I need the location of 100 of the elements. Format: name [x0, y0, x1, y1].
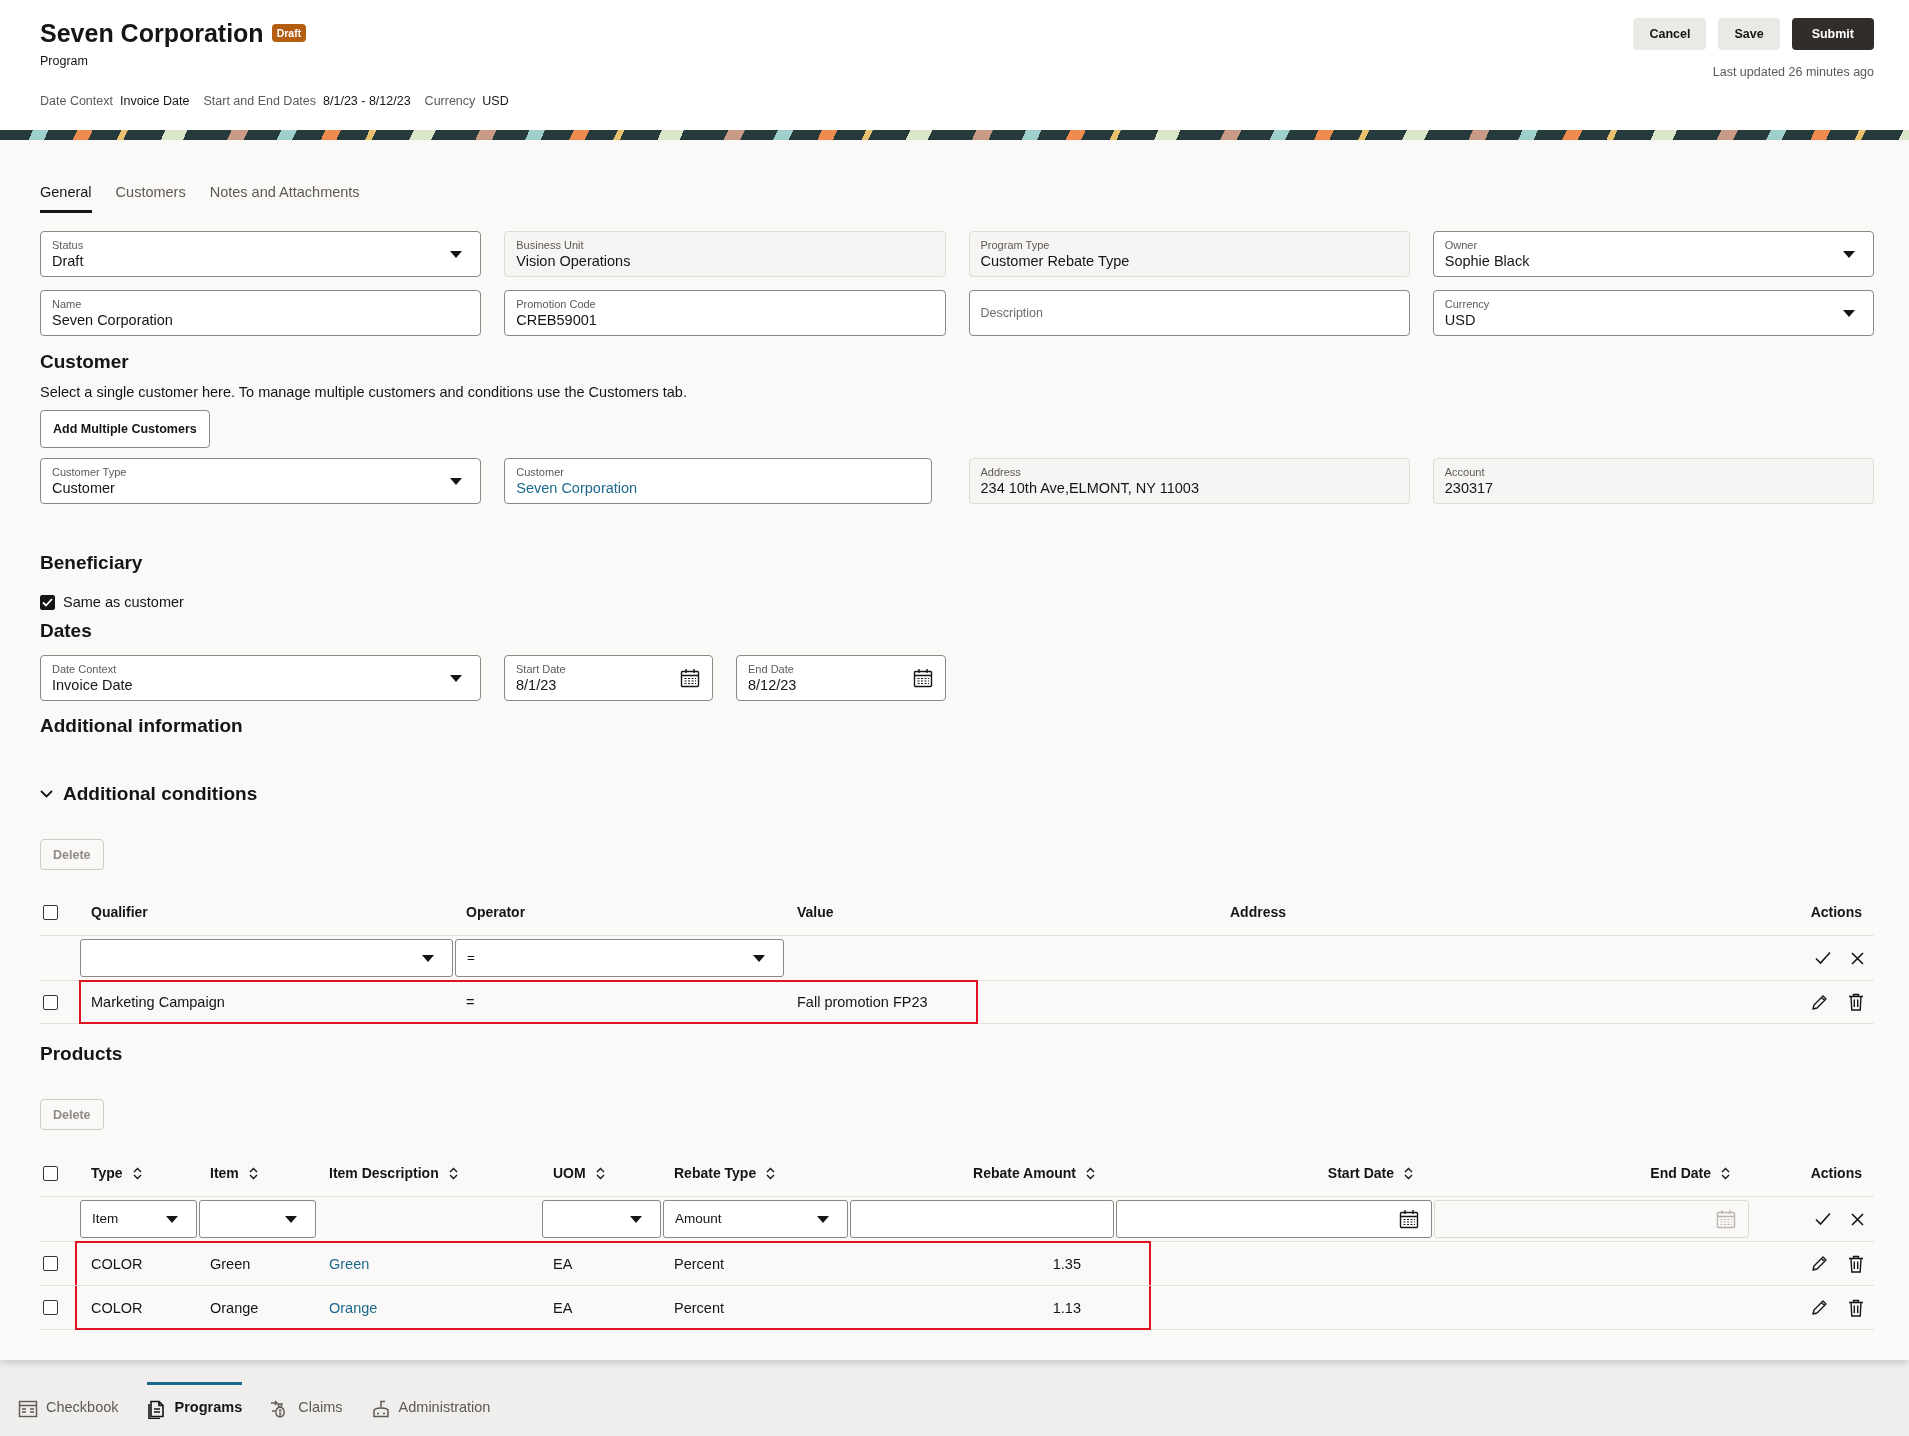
column-header[interactable]: Type [91, 1165, 123, 1181]
column-header[interactable]: Rebate Type [674, 1165, 757, 1181]
context-value: 8/1/23 - 8/12/23 [323, 94, 411, 108]
sort-icon[interactable] [595, 1166, 605, 1180]
pencil-icon[interactable] [1811, 993, 1828, 1011]
table-cell: EA [553, 1255, 573, 1272]
page-title: Seven Corporation [40, 18, 264, 48]
checkbox[interactable] [43, 904, 58, 920]
nav-icon [18, 1399, 38, 1419]
primary-button[interactable]: Submit [1791, 18, 1874, 50]
caret-icon [1843, 250, 1855, 258]
dropdown-field[interactable]: Customer Type Customer [40, 458, 482, 504]
dropdown-field[interactable] [542, 1200, 661, 1238]
column-header[interactable]: End Date [1650, 1165, 1711, 1181]
trash-icon[interactable] [1848, 993, 1864, 1011]
checkbox[interactable] [43, 994, 58, 1010]
dropdown-field[interactable]: Currency USD [1432, 290, 1874, 336]
table-cell: = [466, 994, 475, 1010]
caret-icon [422, 954, 434, 962]
sort-icon[interactable] [1404, 1166, 1413, 1180]
text-field[interactable] [850, 1200, 1114, 1238]
table-cell: Marketing Campaign [91, 994, 225, 1010]
item-link[interactable]: Green [329, 1255, 370, 1272]
add-customers-button[interactable]: Add Multiple Customers [40, 410, 210, 448]
trash-icon[interactable] [1848, 1298, 1864, 1317]
section-heading: Products [40, 1042, 124, 1066]
sort-icon[interactable] [766, 1166, 776, 1180]
nav-icon [370, 1399, 391, 1419]
dropdown-field[interactable]: Owner Sophie Black [1432, 231, 1874, 277]
dropdown-field[interactable]: Date Context Invoice Date [40, 655, 481, 701]
sort-icon[interactable] [132, 1166, 142, 1180]
caret-icon [1843, 309, 1855, 317]
secondary-button[interactable]: Save [1718, 18, 1780, 50]
dropdown-field[interactable]: = [455, 939, 784, 977]
table-cell: Percent [674, 1299, 724, 1316]
table-cell: Fall promotion FP23 [797, 994, 928, 1010]
calendar-icon [1716, 1209, 1736, 1229]
caret-icon [166, 1215, 178, 1223]
section-heading: Additional information [40, 714, 244, 738]
checkbox[interactable] [43, 1256, 58, 1271]
nav-item[interactable]: Claims [270, 1382, 343, 1422]
column-header[interactable]: Item [210, 1165, 239, 1181]
caret-icon [817, 1215, 829, 1223]
text-field[interactable]: Promotion Code CREB59001 [504, 290, 946, 336]
checkbox-label[interactable]: Same as customer [63, 594, 184, 610]
nav-icon [146, 1399, 167, 1419]
item-link[interactable]: Orange [329, 1299, 378, 1316]
calendar-icon [1399, 1209, 1419, 1229]
section-heading: Additional conditions [63, 782, 258, 806]
pencil-icon[interactable] [1811, 1255, 1828, 1272]
column-header: Operator [466, 904, 526, 920]
hint-text: Select a single customer here. To manage multiple customers and conditions use the Customers tab. [40, 383, 688, 402]
column-header[interactable]: Start Date [1327, 1165, 1394, 1181]
text-field[interactable]: Name Seven Corporation [40, 290, 482, 336]
nav-item[interactable]: Checkbook [18, 1382, 119, 1422]
checkbox[interactable] [43, 1300, 58, 1315]
checkbox[interactable] [43, 1165, 58, 1181]
pencil-icon[interactable] [1811, 1299, 1828, 1316]
tab[interactable]: Customers [115, 178, 186, 213]
nav-item[interactable]: Administration [370, 1382, 491, 1422]
column-header[interactable]: UOM [553, 1165, 586, 1181]
close-icon[interactable] [1851, 951, 1864, 965]
context-label: Currency [424, 94, 476, 108]
column-header[interactable]: Rebate Amount [973, 1165, 1076, 1181]
sort-icon[interactable] [448, 1166, 458, 1180]
context-value: Invoice Date [119, 94, 190, 108]
readonly-field: Address 234 10th Ave,ELMONT, NY 11003 [968, 458, 1410, 504]
secondary-button[interactable]: Cancel [1633, 18, 1707, 50]
sort-icon[interactable] [248, 1166, 258, 1180]
last-updated-text: Last updated 26 minutes ago [1712, 65, 1874, 79]
table-cell: COLOR [91, 1299, 143, 1316]
caret-icon [450, 674, 462, 682]
tab[interactable]: Notes and Attachments [209, 178, 360, 213]
chevron-down-icon[interactable] [40, 790, 53, 798]
context-label: Start and End Dates [203, 94, 317, 108]
table-cell: Green [210, 1255, 251, 1272]
caret-icon [285, 1215, 297, 1223]
date-field[interactable]: Start Date 8/1/23 [504, 655, 713, 701]
checkmark-icon[interactable] [1815, 1212, 1831, 1226]
text-field[interactable]: Description [968, 290, 1410, 336]
sort-icon[interactable] [1721, 1166, 1730, 1180]
checkbox[interactable] [40, 594, 55, 610]
dropdown-field[interactable] [199, 1200, 316, 1238]
section-heading: Customer [40, 350, 130, 374]
dropdown-field[interactable]: Status Draft [40, 231, 482, 277]
dropdown-field[interactable]: Item [80, 1200, 197, 1238]
dropdown-field[interactable]: Amount [663, 1200, 848, 1238]
text-field[interactable]: Customer Seven Corporation [504, 458, 932, 504]
column-header: Actions [1810, 904, 1862, 920]
nav-item[interactable]: Programs [146, 1382, 243, 1422]
table-cell: 1.13 [1052, 1299, 1081, 1316]
date-field[interactable]: End Date 8/12/23 [736, 655, 946, 701]
column-header[interactable]: Item Description [329, 1165, 439, 1181]
sort-icon[interactable] [1086, 1166, 1095, 1180]
tab[interactable]: General [40, 178, 92, 213]
trash-icon[interactable] [1848, 1254, 1864, 1273]
date-field[interactable] [1116, 1200, 1432, 1238]
checkmark-icon[interactable] [1815, 951, 1831, 965]
dropdown-field[interactable] [80, 939, 453, 977]
close-icon[interactable] [1851, 1212, 1864, 1226]
